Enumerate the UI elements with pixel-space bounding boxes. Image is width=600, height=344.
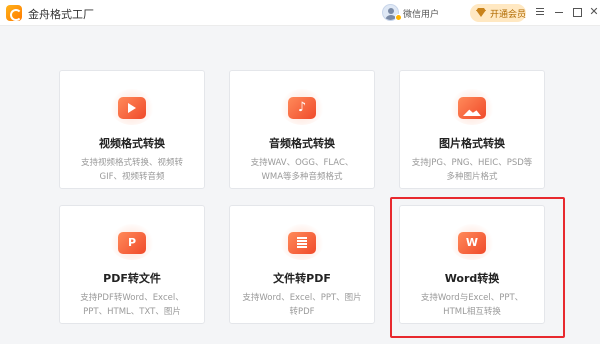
card-title: 图片格式转换 — [439, 137, 505, 150]
card-title: 音频格式转换 — [269, 137, 335, 150]
card-title: 视频格式转换 — [99, 137, 165, 150]
vip-label: 开通会员 — [490, 9, 527, 20]
vip-button[interactable]: 开通会员 — [470, 4, 526, 22]
audio-icon — [280, 89, 324, 125]
card-description: 支持PDF转Word、Excel、PPT、HTML、TXT、图片 — [80, 293, 184, 317]
card-video-conversion[interactable]: 视频格式转换 支持视频格式转换、视频转GIF、视频转音频 — [59, 70, 205, 189]
card-pdf-to-file[interactable]: P PDF转文件 支持PDF转Word、Excel、PPT、HTML、TXT、图… — [59, 205, 205, 324]
title-bar: 金舟格式工厂 微信用户 开通会员 ✕ — [0, 0, 600, 26]
pdf-icon: P — [110, 224, 154, 260]
image-icon — [450, 89, 494, 125]
card-description: 支持WAV、OGG、FLAC、WMA等多种音频格式 — [250, 158, 354, 182]
maximize-button[interactable] — [570, 5, 584, 19]
card-title: 文件转PDF — [273, 272, 331, 285]
app-logo-icon — [6, 5, 22, 21]
pdf-glyph: P — [127, 236, 137, 249]
file-icon — [280, 224, 324, 260]
app-title: 金舟格式工厂 — [28, 8, 94, 21]
card-file-to-pdf[interactable]: 文件转PDF 支持Word、Excel、PPT、图片转PDF — [229, 205, 375, 324]
user-name[interactable]: 微信用户 — [403, 7, 439, 20]
selection-highlight — [390, 197, 565, 338]
crown-icon — [476, 8, 486, 18]
avatar-badge-icon — [395, 14, 402, 21]
card-description: 支持Word、Excel、PPT、图片转PDF — [242, 293, 362, 317]
menu-button[interactable] — [533, 5, 547, 19]
card-description: 支持JPG、PNG、HEIC、PSD等多种图片格式 — [411, 158, 533, 182]
video-icon — [110, 89, 154, 125]
card-description: 支持视频格式转换、视频转GIF、视频转音频 — [80, 158, 183, 182]
card-image-conversion[interactable]: 图片格式转换 支持JPG、PNG、HEIC、PSD等多种图片格式 — [399, 70, 545, 189]
minimize-button[interactable] — [552, 5, 566, 19]
card-audio-conversion[interactable]: 音频格式转换 支持WAV、OGG、FLAC、WMA等多种音频格式 — [229, 70, 375, 189]
close-button[interactable]: ✕ — [587, 5, 600, 19]
card-title: PDF转文件 — [103, 272, 161, 285]
